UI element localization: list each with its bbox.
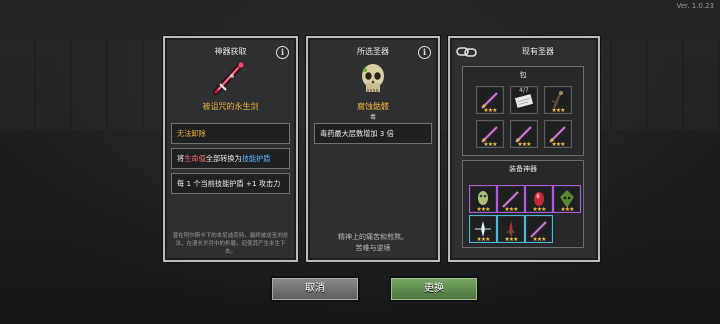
skull-icon (362, 64, 384, 92)
star-icon: ★★★ (483, 141, 497, 148)
equipped-box: 装备神器 ★★★ ★★★ ★★★ ★★★ ★★★ ★★★ ★★★ (462, 160, 584, 248)
acquire-footer-note: 曾在阿尔斯卡下的本尼迪克特，最终被送至刘总 法，在漫长岁月中的折磨，迫使其产生永… (171, 232, 290, 256)
effect-shield-attack: 每 1 个当前技能护盾 +1 攻击力 (171, 173, 290, 194)
bag-slot[interactable]: ★★★ (544, 120, 572, 148)
star-icon: ★★★ (504, 236, 518, 243)
footer-line: 法，在漫长岁月中的折磨，迫使其产生永生下去。 (175, 241, 286, 255)
cancel-button[interactable]: 取消 (270, 276, 360, 302)
star-icon: ★★★ (551, 141, 565, 148)
bag-slot[interactable]: ★★★ (544, 86, 572, 114)
equipped-slot[interactable]: ★★★ (525, 185, 553, 213)
equipped-label: 装备神器 (509, 165, 537, 173)
replace-button[interactable]: 更换 (389, 276, 479, 302)
equipped-slot[interactable]: ★★★ (469, 215, 497, 243)
shield-keyword: 技能护盾 (241, 154, 271, 163)
selected-item-name: 腐蚀骷髅 (357, 102, 389, 111)
acquire-item-name: 被诅咒的永生剑 (202, 102, 259, 111)
star-icon: ★★★ (551, 107, 565, 114)
footer-line: 苦难与逆境 (355, 244, 391, 252)
cursed-sword-icon (213, 62, 244, 95)
bag-counter: 4/7 (519, 87, 529, 94)
star-icon: ★★★ (532, 206, 546, 213)
star-icon: ★★★ (560, 206, 574, 213)
version-label: Ver. 1.0.23 (676, 2, 714, 10)
info-icon[interactable]: i (276, 46, 289, 59)
bag-slot[interactable]: 4/7 (510, 86, 538, 114)
bag-label: 包 (519, 71, 527, 79)
effect-text: 全部转换为 (205, 154, 242, 163)
effect-convert-health: 将生命值全部转换为技能护盾 (171, 148, 290, 169)
selected-footer-note: 精神上的痛苦和煎熬。 苦难与逆境 (314, 232, 432, 254)
bag-slot[interactable]: ★★★ (476, 86, 504, 114)
equipped-slot[interactable]: ★★★ (469, 185, 497, 213)
footer-line: 曾在阿尔斯卡下的本尼迪克特，最终被送至刘总 (172, 233, 289, 239)
equipped-slot[interactable]: ★★★ (525, 215, 553, 243)
bag-slot[interactable]: ★★★ (510, 120, 538, 148)
footer-line: 精神上的痛苦和煎熬。 (338, 233, 408, 241)
selected-item-subtype: 毒 (369, 114, 376, 121)
inventory-panel-title: 现有圣器 (522, 47, 554, 56)
star-icon: ★★★ (532, 236, 546, 243)
equipped-slot[interactable]: ★★★ (497, 185, 525, 213)
effect-poison-stack: 毒药最大层数增加 3 倍 (314, 123, 432, 144)
star-icon: ★★★ (476, 236, 490, 243)
acquire-panel: 神器获取 i 被诅咒的永生剑 无法卸除 将生命值全部转换为技能护盾 每 1 个当… (163, 36, 298, 262)
bag-box: 包 ★★★ 4/7 ★★★ ★★★ ★★★ ★★★ (462, 66, 584, 156)
effect-cannot-remove: 无法卸除 (171, 123, 290, 144)
inventory-panel: 现有圣器 包 ★★★ 4/7 ★★★ ★★★ ★★★ ★★★ 装备神器 ★★★ … (448, 36, 600, 262)
equipped-slot[interactable]: ★★★ (497, 215, 525, 243)
info-icon[interactable]: i (418, 46, 431, 59)
selected-panel: 所选圣器 i 腐蚀骷髅 毒 毒药最大层数增加 3 倍 精神上的痛苦和煎熬。 苦难… (306, 36, 440, 262)
star-icon: ★★★ (476, 206, 490, 213)
star-icon: ★★★ (483, 107, 497, 114)
bag-slot[interactable]: ★★★ (476, 120, 504, 148)
equipped-slot[interactable]: ★★★ (553, 185, 581, 213)
health-keyword: 生命值 (184, 154, 206, 163)
star-icon: ★★★ (517, 141, 531, 148)
star-icon: ★★★ (504, 206, 518, 213)
